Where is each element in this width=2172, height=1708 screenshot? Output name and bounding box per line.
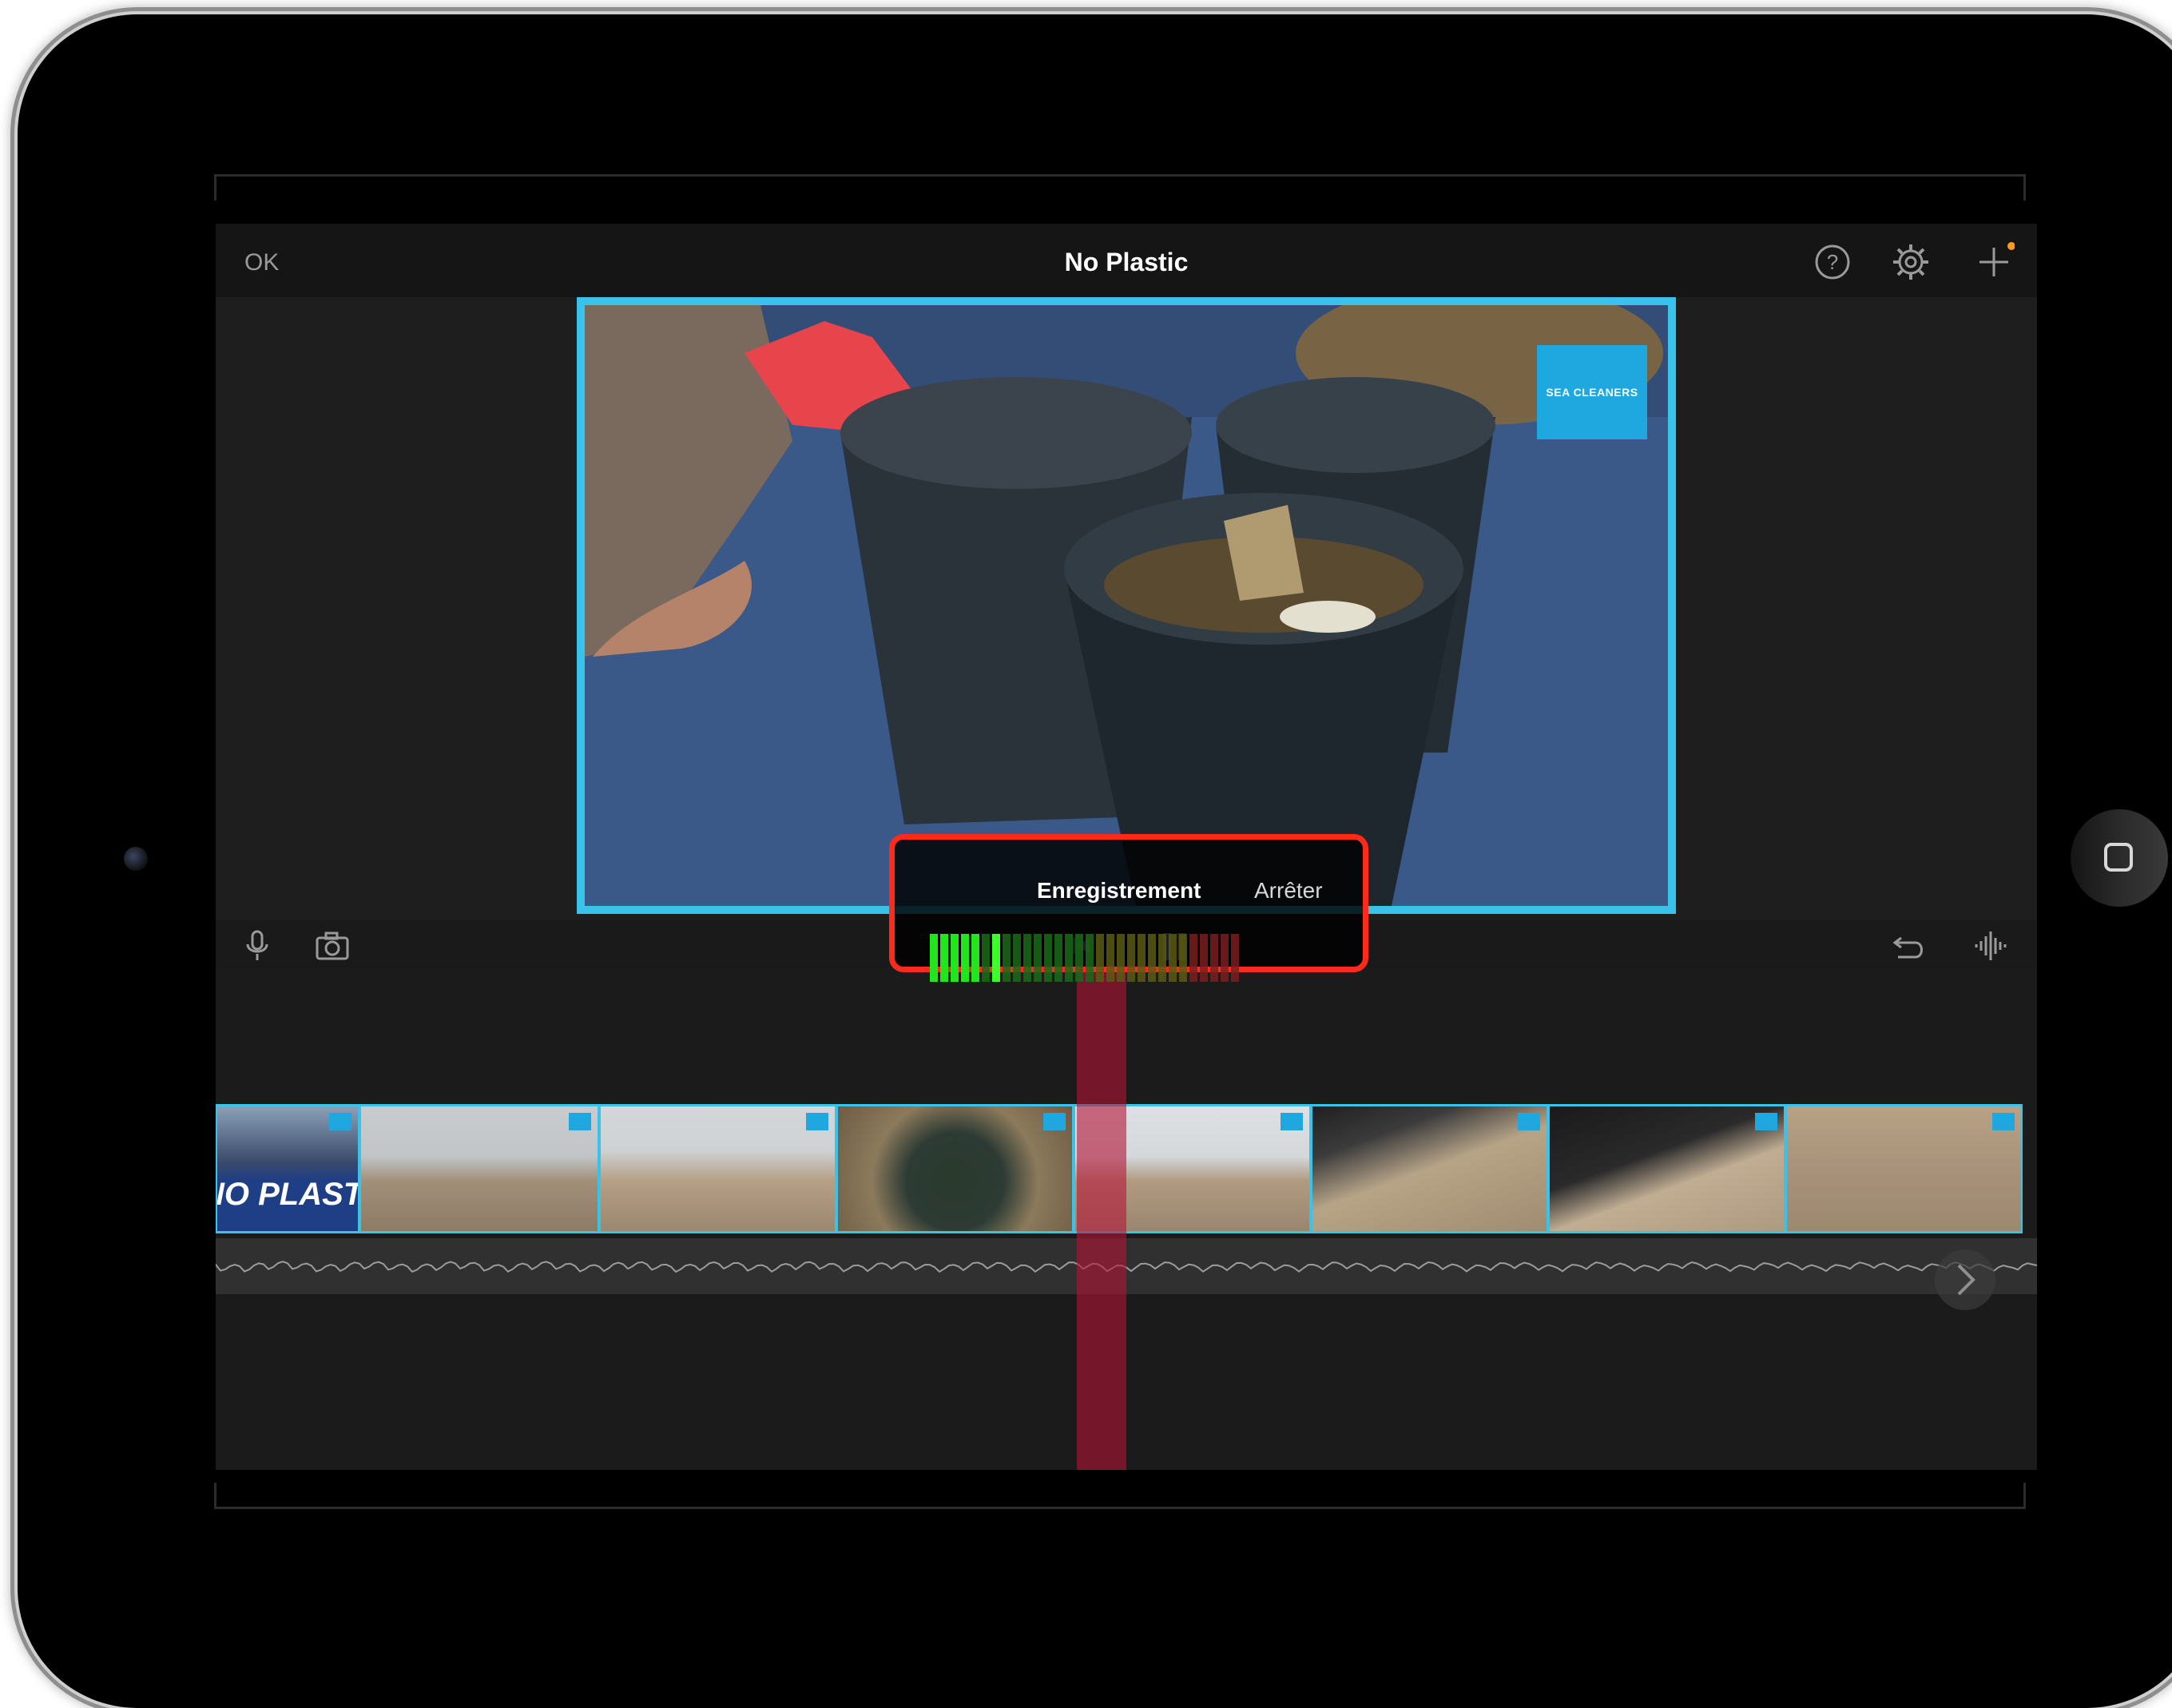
- meter-segment: [1138, 934, 1146, 982]
- meter-segment: [1117, 934, 1125, 982]
- clip-6[interactable]: [1311, 1104, 1548, 1233]
- meter-segment: [1179, 934, 1187, 982]
- audio-level-meter: [930, 934, 1321, 982]
- meter-segment: [1086, 934, 1094, 982]
- imovie-screen: OK No Plastic ? SEA CLEANERS Enregistrem…: [216, 224, 2037, 1470]
- clip-7[interactable]: [1548, 1104, 1785, 1233]
- chevron-right-icon: [1957, 1264, 1975, 1296]
- audio-track[interactable]: [216, 1238, 2037, 1294]
- meter-segment: [1065, 934, 1073, 982]
- clip-logo: [806, 1113, 828, 1130]
- meter-segment: [1158, 934, 1166, 982]
- meter-segment: [1221, 934, 1229, 982]
- clip-3[interactable]: [599, 1104, 836, 1233]
- recording-panel: Enregistrement Arrêter: [889, 834, 1368, 982]
- recording-label: Enregistrement: [1037, 878, 1201, 903]
- meter-segment: [1096, 934, 1104, 982]
- undo-icon[interactable]: [1892, 930, 1927, 962]
- meter-segment: [1148, 934, 1156, 982]
- meter-segment: [1054, 934, 1062, 982]
- meter-segment: [992, 934, 1000, 982]
- meter-segment: [1044, 934, 1052, 982]
- meter-segment: [971, 934, 979, 982]
- clip-logo: [1281, 1113, 1303, 1130]
- project-title: No Plastic: [1064, 248, 1189, 276]
- frame-guide-top: [214, 174, 2026, 201]
- meter-segment: [1023, 934, 1031, 982]
- meter-segment: [930, 934, 938, 982]
- video-preview[interactable]: SEA CLEANERS: [577, 297, 1676, 914]
- audio-waveform: [216, 1261, 2037, 1273]
- clip-logo: [1518, 1113, 1540, 1130]
- video-viewer: SEA CLEANERS Enregistrement Arrêter: [216, 297, 2037, 982]
- meter-segment: [1169, 934, 1177, 982]
- clip-logo: [329, 1113, 351, 1130]
- help-icon[interactable]: ?: [1812, 241, 1853, 283]
- meter-segment: [1106, 934, 1114, 982]
- meter-segment: [1200, 934, 1208, 982]
- meter-segment: [1210, 934, 1218, 982]
- clip-8[interactable]: [1785, 1104, 2023, 1233]
- sea-cleaners-logo: SEA CLEANERS: [1537, 345, 1647, 439]
- svg-text:?: ?: [1827, 250, 1838, 274]
- frame-guide-bottom: [214, 1483, 2026, 1509]
- meter-segment: [1034, 934, 1042, 982]
- meter-segment: [940, 934, 948, 982]
- add-icon[interactable]: [1973, 241, 2015, 283]
- clip-logo: [1043, 1113, 1066, 1130]
- clip-logo: [1755, 1113, 1777, 1130]
- timeline[interactable]: NO PLASTIC: [216, 959, 2037, 1470]
- clip-1[interactable]: NO PLASTIC: [216, 1104, 359, 1233]
- clip-logo: [1992, 1113, 2015, 1130]
- meter-segment: [1003, 934, 1011, 982]
- clip-2[interactable]: [359, 1104, 599, 1233]
- playhead[interactable]: [1077, 968, 1126, 1470]
- clip-4[interactable]: [836, 1104, 1074, 1233]
- meter-segment: [1075, 934, 1083, 982]
- meter-segment: [961, 934, 969, 982]
- settings-icon[interactable]: [1890, 241, 1932, 283]
- ipad-device: OK No Plastic ? SEA CLEANERS Enregistrem…: [18, 14, 2172, 1708]
- meter-segment: [1013, 934, 1021, 982]
- meter-segment: [951, 934, 959, 982]
- home-square-icon: [2104, 843, 2133, 872]
- meter-segment: [1127, 934, 1135, 982]
- clip-logo: [569, 1113, 591, 1130]
- home-button[interactable]: [2071, 809, 2168, 907]
- meter-segment: [982, 934, 990, 982]
- scroll-forward-button[interactable]: [1935, 1249, 1995, 1310]
- meter-segment: [1189, 934, 1197, 982]
- audio-waveform-icon[interactable]: [1973, 930, 2008, 962]
- clip-banner-text: NO PLASTIC: [217, 1177, 359, 1212]
- preview-frame-image: [585, 305, 1668, 906]
- top-bar: OK No Plastic ?: [216, 224, 2037, 297]
- meter-segment: [1231, 934, 1239, 982]
- microphone-icon[interactable]: [240, 930, 275, 962]
- front-camera: [124, 847, 148, 871]
- stop-recording-button[interactable]: Arrêter: [1254, 878, 1323, 904]
- camera-icon[interactable]: [315, 930, 350, 962]
- clip-strip: NO PLASTIC: [216, 1104, 2037, 1233]
